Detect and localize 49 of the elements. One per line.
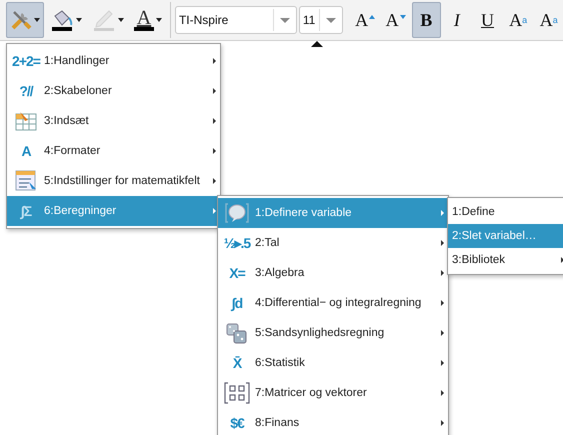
menu-item-label: 2:Slet variabel… bbox=[452, 230, 538, 242]
menu-item-glyph: ∫Σ bbox=[19, 203, 33, 219]
menu-item-label: 3:Indsæt bbox=[44, 115, 90, 127]
menu-item-label: 4:Differential− og integralregning bbox=[255, 297, 422, 309]
menu-item-label: 6:Beregninger bbox=[44, 205, 118, 217]
font-field[interactable]: TI-Nspire bbox=[174, 6, 297, 34]
menu-item[interactable]: X= 3:Algebra bbox=[218, 258, 448, 288]
menu-item[interactable]: 1:Define bbox=[448, 200, 563, 224]
text-color-button[interactable]: A bbox=[130, 2, 166, 38]
menu-item-label: 6:Statistik bbox=[255, 357, 306, 369]
menu-item-label: 1:Definere variable bbox=[255, 207, 353, 219]
menu-item-glyph: ∫d bbox=[230, 295, 244, 311]
menu-item-glyph: X= bbox=[228, 265, 246, 281]
menu-item[interactable]: 3:Indsæt bbox=[7, 106, 220, 136]
menu-item[interactable]: ∫d 4:Differential− og integralregning bbox=[218, 288, 448, 318]
menu-item-glyph: A bbox=[20, 143, 32, 159]
menu-item[interactable]: X̄ 6:Statistik bbox=[218, 348, 448, 378]
grow-font-button[interactable]: A bbox=[350, 2, 380, 38]
menu-item[interactable]: 5:Indstillinger for matematikfelt bbox=[7, 166, 220, 196]
menu-item[interactable]: 2+2= 1:Handlinger bbox=[7, 46, 220, 76]
underline-button[interactable]: U bbox=[473, 2, 502, 38]
menu-item-label: 8:Finans bbox=[255, 417, 300, 429]
menu-item[interactable]: 5:Sandsynlighedsregning bbox=[218, 318, 448, 348]
shrink-font-button[interactable]: A bbox=[381, 2, 410, 38]
bold-button[interactable]: B bbox=[412, 2, 441, 38]
menu-item[interactable]: ?// 2:Skabeloner bbox=[7, 76, 220, 106]
menu-item-label: 3:Algebra bbox=[255, 267, 306, 279]
menu-item[interactable]: A 4:Formater bbox=[7, 136, 220, 166]
menu-item[interactable]: 3:Bibliotek bbox=[448, 248, 563, 272]
menu-item-label: 2:Tal bbox=[255, 237, 280, 249]
menu-item-label: 4:Formater bbox=[44, 145, 102, 157]
menu-item-glyph: ?// bbox=[18, 83, 34, 99]
menu-item-label: 5:Indstillinger for matematikfelt bbox=[44, 175, 201, 187]
menu-item-label: 7:Matricer og vektorer bbox=[255, 387, 368, 399]
menu-item[interactable]: ½▸.5 2:Tal bbox=[218, 228, 448, 258]
menu-item-label: 3:Bibliotek bbox=[452, 254, 506, 266]
menu-item-glyph: X̄ bbox=[232, 355, 243, 371]
menu-item-label: 5:Sandsynlighedsregning bbox=[255, 327, 386, 339]
italic-button[interactable]: I bbox=[442, 2, 472, 38]
menu-item[interactable]: $€ 8:Finans bbox=[218, 408, 448, 435]
menu-item-glyph: ½▸.5 bbox=[222, 235, 252, 251]
menu-item[interactable]: 7:Matricer og vektorer bbox=[218, 378, 448, 408]
menu-item-label: 1:Define bbox=[452, 206, 496, 218]
menu-item-label: 2:Skabeloner bbox=[44, 85, 113, 97]
superscript-button[interactable]: A$^{a}$ bbox=[504, 2, 532, 38]
menu-item-label: 1:Handlinger bbox=[44, 55, 110, 67]
font-size-field[interactable]: 11 bbox=[298, 6, 343, 34]
menu-item-glyph: $€ bbox=[229, 415, 246, 431]
menu-item-glyph: 2+2= bbox=[11, 53, 41, 69]
